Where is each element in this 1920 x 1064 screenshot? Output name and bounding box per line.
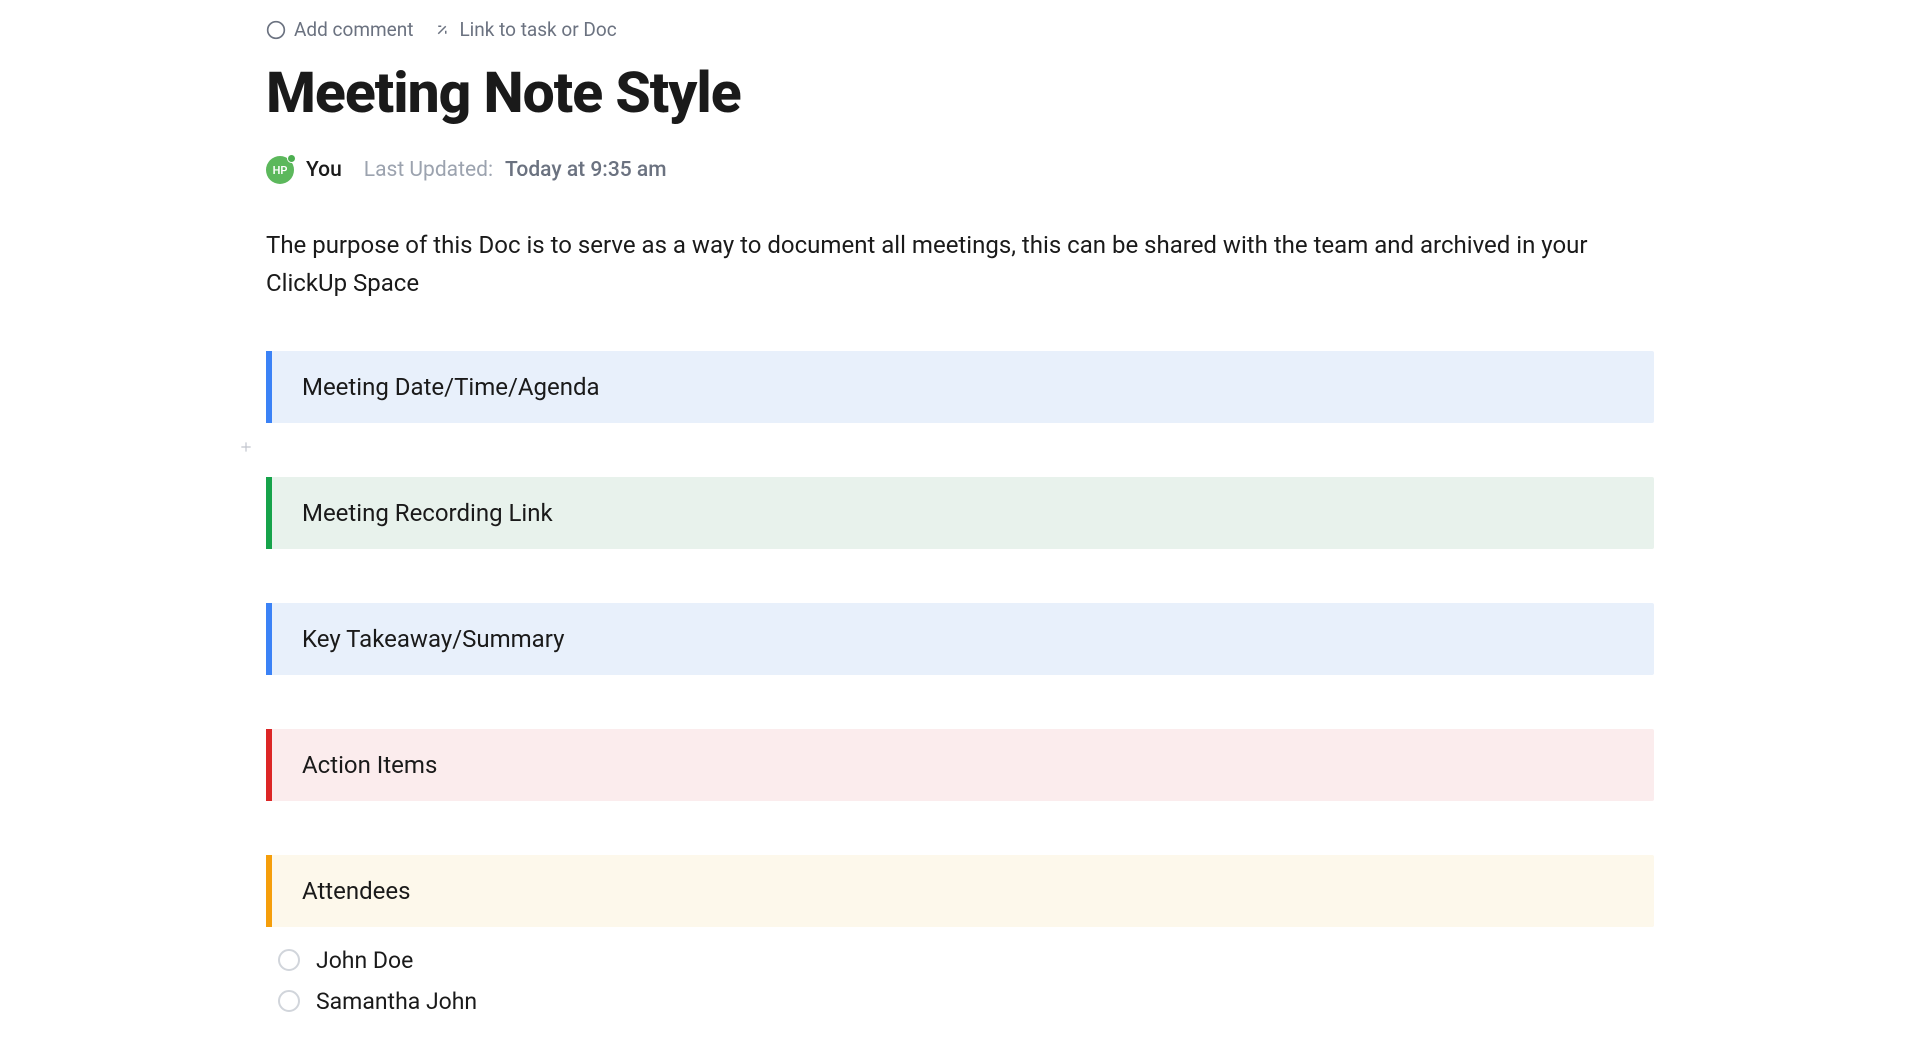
callout-meeting-date[interactable]: Meeting Date/Time/Agenda: [266, 351, 1654, 423]
link-task-label: Link to task or Doc: [459, 18, 616, 41]
callout-text: Meeting Recording Link: [272, 499, 553, 527]
radio-button[interactable]: [278, 949, 300, 971]
callout-text: Key Takeaway/Summary: [272, 625, 564, 653]
presence-indicator: [287, 154, 296, 163]
author-name: You: [306, 158, 342, 182]
add-comment-label: Add comment: [294, 18, 413, 41]
link-task-button[interactable]: Link to task or Doc: [433, 18, 616, 41]
callout-text: Meeting Date/Time/Agenda: [272, 373, 600, 401]
doc-toolbar: Add comment Link to task or Doc: [266, 18, 1654, 41]
callout-text: Action Items: [272, 751, 437, 779]
attendee-name: John Doe: [316, 947, 413, 974]
last-updated-value: Today at 9:35 am: [505, 158, 667, 182]
radio-button[interactable]: [278, 990, 300, 1012]
list-item[interactable]: Samantha John: [278, 988, 1654, 1015]
plus-icon: [239, 438, 253, 459]
callout-attendees[interactable]: Attendees: [266, 855, 1654, 927]
last-updated-label: Last Updated:: [364, 158, 493, 182]
add-block-button[interactable]: [236, 439, 256, 459]
add-comment-button[interactable]: Add comment: [266, 18, 413, 41]
attendee-name: Samantha John: [316, 988, 477, 1015]
page-title[interactable]: Meeting Note Style: [266, 59, 1654, 126]
list-item[interactable]: John Doe: [278, 947, 1654, 974]
doc-meta: HP You Last Updated: Today at 9:35 am: [266, 156, 1654, 184]
avatar[interactable]: HP: [266, 156, 294, 184]
link-icon: [433, 21, 451, 39]
comment-icon: [266, 20, 286, 40]
callout-recording-link[interactable]: Meeting Recording Link: [266, 477, 1654, 549]
callout-text: Attendees: [272, 877, 411, 905]
callout-key-takeaway[interactable]: Key Takeaway/Summary: [266, 603, 1654, 675]
callout-action-items[interactable]: Action Items: [266, 729, 1654, 801]
doc-description[interactable]: The purpose of this Doc is to serve as a…: [266, 226, 1654, 303]
avatar-initials: HP: [273, 164, 288, 177]
attendee-list: John Doe Samantha John: [266, 947, 1654, 1015]
